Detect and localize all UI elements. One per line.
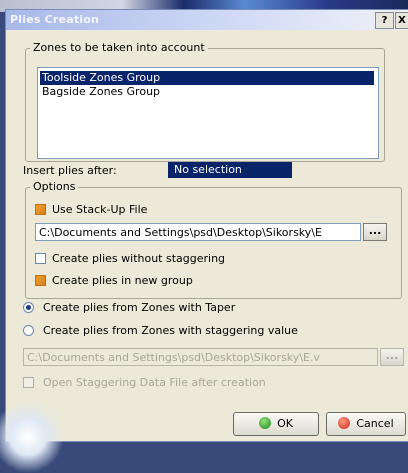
no-staggering-checkbox[interactable] (35, 253, 46, 264)
options-group-legend: Options (30, 180, 79, 193)
open-staggering-label: Open Staggering Data File after creation (43, 376, 266, 389)
use-stackup-label: Use Stack-Up File (52, 203, 148, 216)
insert-plies-after-label: Insert plies after: (23, 164, 117, 177)
list-item-bagside[interactable]: Bagside Zones Group (40, 85, 374, 99)
stackup-browse-button[interactable]: ... (363, 223, 387, 241)
new-group-checkbox[interactable] (35, 275, 46, 286)
no-staggering-label: Create plies without staggering (52, 252, 226, 265)
stackup-file-path-field[interactable]: C:\Documents and Settings\psd\Desktop\Si… (35, 223, 361, 241)
staggering-radio[interactable] (23, 325, 34, 336)
close-button[interactable]: X (395, 12, 408, 29)
zones-list[interactable]: Toolside Zones Group Bagside Zones Group (37, 67, 379, 159)
dialog-title: Plies Creation (10, 13, 100, 26)
use-stackup-checkbox[interactable] (35, 204, 46, 215)
plies-creation-dialog: Plies Creation ? X Zones to be taken int… (0, 9, 408, 473)
staggering-browse-button[interactable]: ... (380, 348, 404, 366)
new-group-label: Create plies in new group (52, 274, 193, 287)
ok-button-label: OK (277, 417, 293, 430)
cancel-button[interactable]: Cancel (326, 412, 406, 436)
help-button[interactable]: ? (375, 12, 394, 29)
zones-group-legend: Zones to be taken into account (30, 41, 208, 54)
ok-icon (259, 417, 272, 429)
insert-after-selection-field[interactable]: No selection (168, 162, 292, 178)
decorative-glow (0, 401, 64, 473)
staggering-radio-label: Create plies from Zones with staggering … (43, 324, 298, 337)
taper-radio-label: Create plies from Zones with Taper (43, 301, 236, 314)
title-bar[interactable]: Plies Creation ? X (6, 10, 408, 30)
ok-button[interactable]: OK (233, 412, 319, 436)
cancel-button-label: Cancel (356, 417, 394, 430)
open-staggering-checkbox[interactable] (23, 377, 34, 388)
cancel-icon (338, 417, 351, 429)
list-item-toolside[interactable]: Toolside Zones Group (40, 71, 374, 85)
staggering-file-path-field[interactable]: C:\Documents and Settings\psd\Desktop\Si… (23, 348, 378, 366)
taper-radio[interactable] (23, 302, 34, 313)
